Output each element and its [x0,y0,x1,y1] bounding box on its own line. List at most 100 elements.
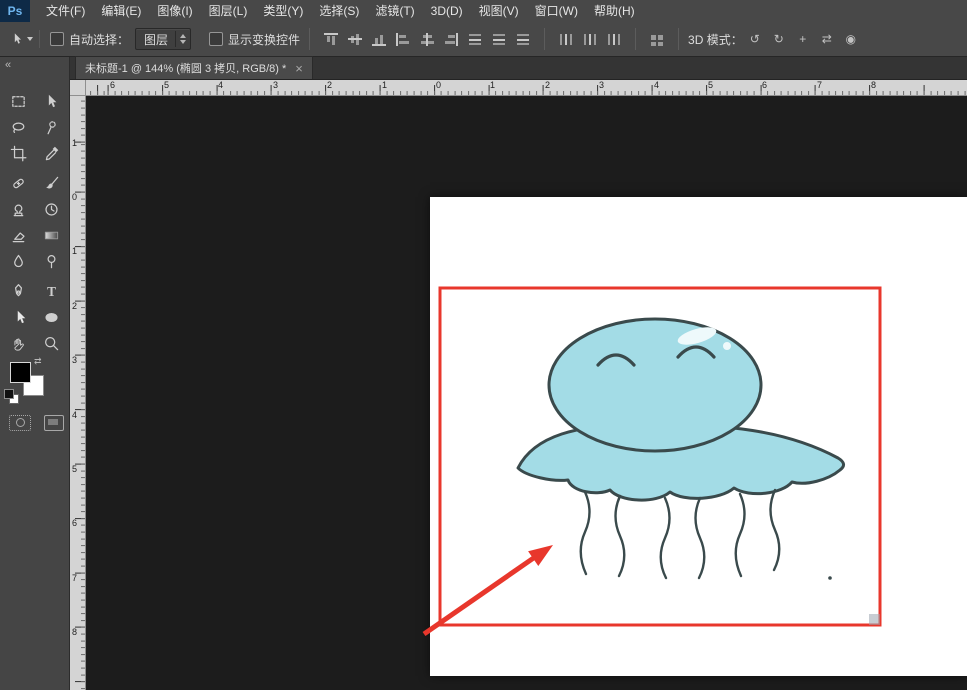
tool-dodge[interactable] [35,248,68,274]
show-transform-checkbox[interactable] [209,32,223,46]
ruler-origin-box [70,80,86,96]
zoom-icon [43,335,60,352]
distribute-right-icon[interactable] [606,33,622,46]
menu-filter[interactable]: 滤镜(T) [367,0,422,22]
auto-select-label: 自动选择： [69,31,129,48]
vertical-ruler[interactable]: 1 0 1 2 3 4 5 6 7 8 [70,96,86,690]
distribute-horizontal-centers-icon[interactable] [582,33,598,46]
menu-image[interactable]: 图像(I) [149,0,200,22]
distribute-bottom-icon[interactable] [515,33,531,46]
menu-file[interactable]: 文件(F) [38,0,93,22]
ruler-label: 8 [72,628,77,637]
ruler-label: 6 [72,519,77,528]
document-tab-bar: 未标题-1 @ 144% (椭圆 3 拷贝, RGB/8) * × [70,57,967,80]
quick-mask-icon[interactable] [9,415,31,431]
menu-3d[interactable]: 3D(D) [423,0,471,22]
tools-panel: « [0,57,70,690]
clone-stamp-icon [10,201,27,218]
menu-window[interactable]: 窗口(W) [527,0,586,22]
tool-spot-healing-brush[interactable] [2,170,35,196]
swap-colors-icon[interactable]: ⇄ [34,356,42,367]
document-tab[interactable]: 未标题-1 @ 144% (椭圆 3 拷贝, RGB/8) * × [75,56,313,79]
align-right-edges-icon[interactable] [443,33,459,46]
align-vertical-centers-icon[interactable] [347,33,363,46]
tool-eyedropper[interactable] [35,140,68,166]
foreground-color-swatch[interactable] [10,362,31,383]
tool-preset-picker[interactable] [8,30,40,48]
tool-lasso[interactable] [2,114,35,140]
menu-type[interactable]: 类型(Y) [255,0,311,22]
menu-bar: Ps 文件(F) 编辑(E) 图像(I) 图层(L) 类型(Y) 选择(S) 滤… [0,0,967,23]
menu-select[interactable]: 选择(S) [311,0,367,22]
brush-icon [43,175,60,192]
auto-select-checkbox[interactable] [50,32,64,46]
align-horizontal-centers-icon[interactable] [419,33,435,46]
marquee-icon [10,93,27,110]
document-canvas[interactable] [430,197,967,676]
align-bottom-edges-icon[interactable] [371,33,387,46]
3d-roll-icon[interactable]: ↻ [769,30,789,48]
ruler-label: 1 [490,81,495,90]
history-brush-icon [43,201,60,218]
distribute-vertical-centers-icon[interactable] [491,33,507,46]
divider [309,28,310,50]
tool-type[interactable]: T [35,278,68,304]
canvas-area[interactable] [86,96,967,690]
screen-mode-icon[interactable] [44,415,64,431]
ruler-label: 0 [436,81,441,90]
tool-brush[interactable] [35,170,68,196]
tool-zoom[interactable] [35,330,68,356]
chevron-down-icon [27,37,33,41]
default-colors-icon[interactable] [4,389,19,404]
distribute-left-icon[interactable] [558,33,574,46]
quick-selection-icon [43,119,60,136]
align-top-edges-icon[interactable] [323,33,339,46]
tool-crop[interactable] [2,140,35,166]
close-tab-icon[interactable]: × [295,62,303,75]
auto-select-target-dropdown[interactable]: 图层 [135,28,191,50]
ruler-label: 1 [72,139,77,148]
eyedropper-icon [43,145,60,162]
ruler-label: 5 [708,81,713,90]
path-selection-icon [10,309,27,326]
move-icon [43,93,60,110]
align-left-edges-icon[interactable] [395,33,411,46]
crop-icon [10,145,27,162]
3d-rotate-icon[interactable]: ↺ [745,30,765,48]
photoshop-window: Ps 文件(F) 编辑(E) 图像(I) 图层(L) 类型(Y) 选择(S) 滤… [0,0,967,690]
auto-align-layers-icon[interactable] [649,33,665,46]
menu-help[interactable]: 帮助(H) [586,0,643,22]
ruler-label: 6 [762,81,767,90]
healing-brush-icon [10,175,27,192]
ruler-label: 3 [599,81,604,90]
tool-grid: T [2,88,68,356]
tool-pen[interactable] [2,278,35,304]
options-bar: 自动选择： 图层 显示变换控件 3D 模式： ↺ ↻ + ⇄ ◉ [0,22,967,57]
collapse-tools-icon[interactable]: « [5,59,11,71]
ruler-label: 4 [72,411,77,420]
3d-drag-icon[interactable]: + [793,30,813,48]
tool-clone-stamp[interactable] [2,196,35,222]
tool-blur[interactable] [2,248,35,274]
menu-layer[interactable]: 图层(L) [201,0,256,22]
tool-eraser[interactable] [2,222,35,248]
blur-droplet-icon [10,253,27,270]
menu-view[interactable]: 视图(V) [471,0,527,22]
ruler-label: 2 [545,81,550,90]
tool-quick-selection[interactable] [35,114,68,140]
mode-3d-label: 3D 模式： [688,31,743,48]
tool-hand[interactable] [2,330,35,356]
3d-scale-icon[interactable]: ◉ [841,30,861,48]
ruler-label: 1 [382,81,387,90]
tool-history-brush[interactable] [35,196,68,222]
tool-gradient[interactable] [35,222,68,248]
3d-slide-icon[interactable]: ⇄ [817,30,837,48]
tool-ellipse-shape[interactable] [35,304,68,330]
horizontal-ruler[interactable]: 6 5 4 3 2 1 0 1 2 3 4 5 6 7 8 [86,80,967,96]
tool-rectangular-marquee[interactable] [2,88,35,114]
ruler-label: 1 [72,247,77,256]
distribute-top-icon[interactable] [467,33,483,46]
tool-path-selection[interactable] [2,304,35,330]
menu-edit[interactable]: 编辑(E) [93,0,149,22]
tool-move[interactable] [35,88,68,114]
